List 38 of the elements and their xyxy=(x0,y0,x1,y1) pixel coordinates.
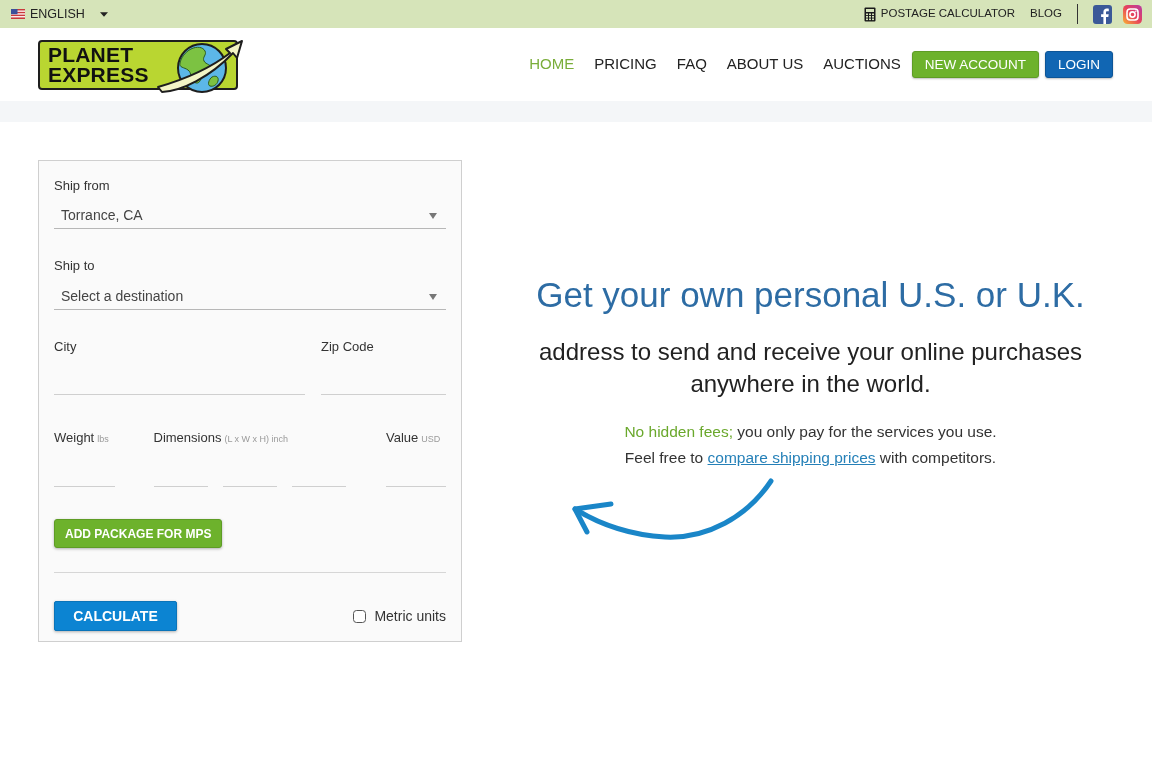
nav-link-item[interactable]: ABOUT US xyxy=(726,53,804,76)
compare-prices-link[interactable]: compare shipping prices xyxy=(707,449,876,466)
calculate-button[interactable]: CALCULATE xyxy=(54,601,177,631)
facebook-icon[interactable] xyxy=(1093,4,1112,24)
language-dropdown[interactable]: ENGLISH xyxy=(11,4,108,24)
curved-arrow-icon xyxy=(569,477,777,543)
subheadline: address to send and receive your online purchases anywhere in the world. xyxy=(538,337,1083,399)
calculator-icon xyxy=(863,6,876,22)
checkbox-label: Metric units xyxy=(374,606,446,626)
field-label: Ship from xyxy=(54,177,111,195)
field-label: Value xyxy=(386,429,419,447)
postage-calculator-link[interactable]: POSTAGE CALCULATOR xyxy=(863,5,1016,23)
unit-label: lbs xyxy=(97,433,109,446)
unit-label: (L x W x H) inch xyxy=(224,433,289,446)
caret-icon xyxy=(429,212,437,219)
field-label: Weight xyxy=(54,429,95,447)
instagram-icon[interactable] xyxy=(1123,4,1142,24)
ship-from-select[interactable]: Torrance, CA xyxy=(54,203,446,229)
field-label: Ship to xyxy=(54,257,96,275)
caret-icon xyxy=(99,11,108,17)
unit-label: USD xyxy=(421,433,441,446)
blog-link[interactable]: BLOG xyxy=(1030,5,1062,23)
caret-icon xyxy=(429,293,437,300)
nav-link-item[interactable]: FAQ xyxy=(676,53,707,76)
nav-link-item[interactable]: PRICING xyxy=(594,53,657,76)
ship-to-select[interactable]: Select a destination xyxy=(54,284,446,310)
compare-note: Feel free to compare shipping prices with competitors. xyxy=(623,448,998,468)
field-label: Dimensions xyxy=(153,429,222,447)
nav-link-item[interactable]: AUCTIONS xyxy=(823,53,901,76)
logo-text: PLANET xyxy=(48,44,135,65)
metric-units-checkbox[interactable] xyxy=(353,609,367,623)
headline: Get your own personal U.S. or U.K. xyxy=(535,274,1086,316)
field-label: City xyxy=(54,338,78,356)
logo-text: EXPRESS xyxy=(48,64,150,85)
fees-note: No hidden fees; you only pay for the services you use. xyxy=(623,422,998,442)
login-button[interactable]: LOGIN xyxy=(1045,51,1113,78)
flag-icon xyxy=(11,9,25,19)
field-label: Zip Code xyxy=(321,338,375,356)
